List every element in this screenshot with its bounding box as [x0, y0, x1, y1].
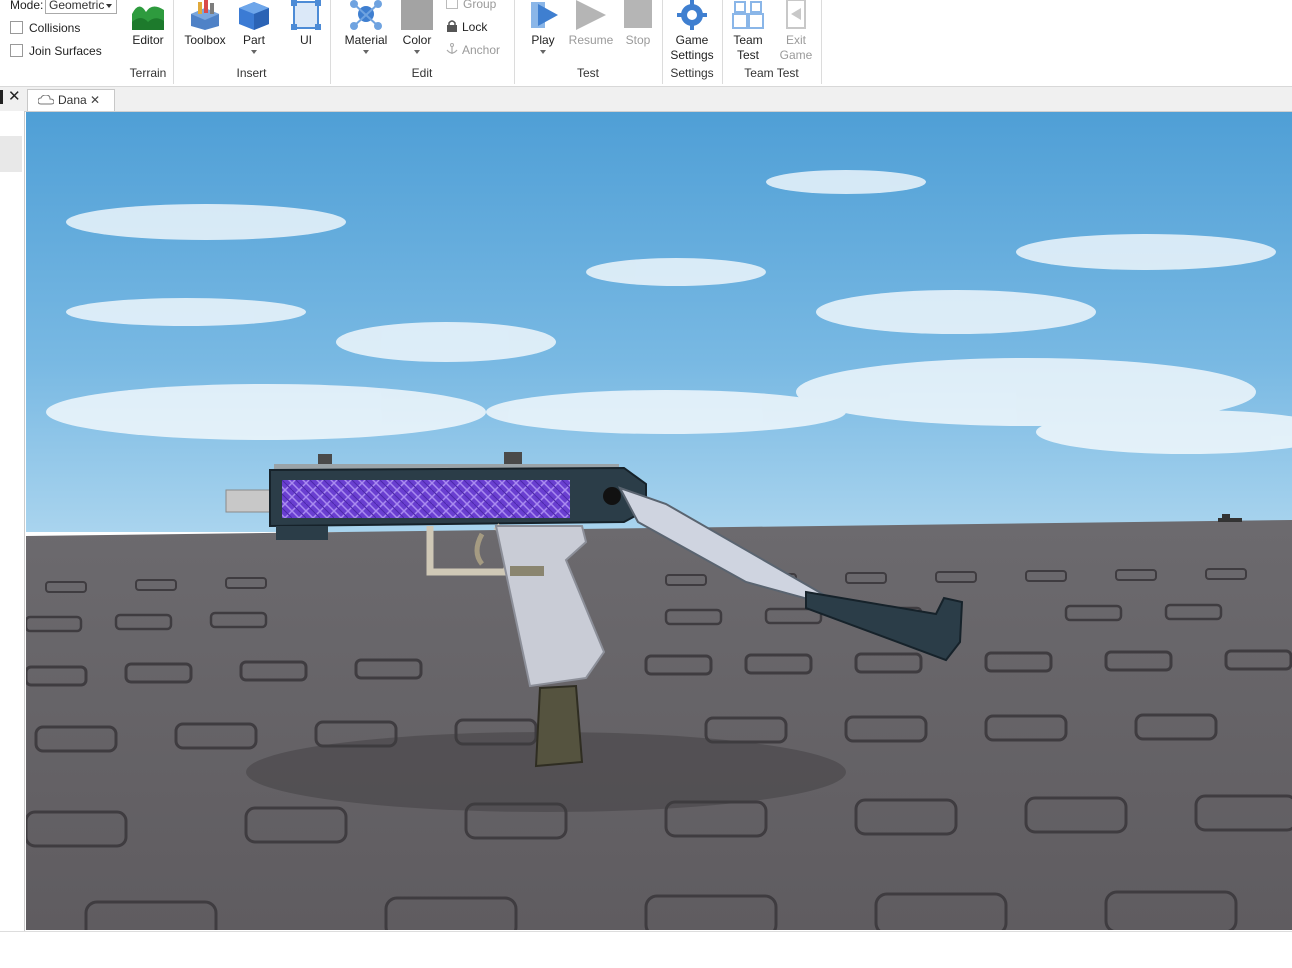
color-label: Color: [402, 33, 432, 47]
resume-button[interactable]: Resume: [568, 0, 614, 48]
test-group: Play Resume Stop Test: [514, 0, 663, 84]
color-dropdown-arrow-icon[interactable]: [414, 50, 420, 54]
lock-label: Lock: [462, 20, 488, 34]
left-side-panel: [0, 111, 25, 931]
stop-button[interactable]: Stop: [620, 0, 656, 48]
team-test-group-label: Team Test: [744, 66, 799, 80]
viewport-scene[interactable]: [26, 112, 1292, 930]
exit-game-label-1: Exit: [785, 33, 806, 47]
color-button[interactable]: Color: [398, 0, 436, 54]
test-group-label: Test: [576, 66, 599, 80]
group-button[interactable]: Group: [446, 0, 496, 11]
material-label: Material: [344, 33, 388, 47]
terrain-group-label: Terrain: [129, 66, 167, 80]
anchor-label: Anchor: [462, 43, 501, 57]
exit-game-icon: [786, 0, 806, 29]
document-tab-bar: ✕ Dana ✕: [0, 87, 1292, 112]
resume-icon: [576, 0, 606, 30]
toolbox-icon: [191, 0, 219, 30]
mode-dropdown[interactable]: Geometric: [45, 0, 117, 14]
tab-close-icon[interactable]: ✕: [90, 90, 100, 110]
part-dropdown-arrow-icon[interactable]: [251, 50, 257, 54]
stop-icon: [624, 0, 652, 28]
play-icon: [531, 2, 558, 28]
gun-magazine[interactable]: [534, 684, 584, 768]
ui-label: UI: [300, 33, 312, 47]
insert-group: Toolbox Part UI Insert: [173, 0, 331, 84]
exit-game-button[interactable]: Exit Game: [776, 0, 816, 63]
settings-group: Game Settings Settings: [662, 0, 723, 84]
toolbox-button[interactable]: Toolbox: [181, 0, 229, 48]
collisions-checkbox-row[interactable]: Collisions: [10, 21, 80, 35]
material-dropdown-arrow-icon[interactable]: [363, 50, 369, 54]
terrain-editor-label: Editor: [132, 33, 164, 47]
group-icon: [446, 0, 458, 9]
team-test-button[interactable]: Team Test: [728, 0, 768, 63]
cloud-icon: [38, 95, 54, 105]
game-settings-label-1: Game: [675, 33, 709, 47]
tab-label: Dana: [58, 93, 87, 107]
3d-viewport[interactable]: [26, 112, 1292, 930]
game-settings-button[interactable]: Game Settings: [668, 0, 716, 63]
exit-game-label-2: Game: [779, 48, 813, 62]
part-icon: [239, 2, 269, 30]
collisions-label: Collisions: [29, 21, 81, 35]
gun-muzzle[interactable]: [225, 489, 277, 513]
left-panel-pin-icon[interactable]: [0, 90, 3, 104]
insert-group-label: Insert: [236, 66, 267, 80]
anchor-button[interactable]: Anchor: [446, 43, 500, 57]
tab-place-dana[interactable]: Dana ✕: [27, 89, 115, 111]
resume-label: Resume: [568, 33, 614, 47]
team-test-group: Team Test Exit Game Team Test: [722, 0, 822, 84]
color-icon: [401, 0, 433, 30]
mode-label: Mode:: [10, 0, 44, 12]
join-surfaces-label: Join Surfaces: [29, 44, 102, 58]
material-button[interactable]: Material: [342, 0, 390, 54]
ui-button[interactable]: UI: [288, 0, 324, 48]
ribbon-toolbar: Mode: Geometric Collisions Join Surfaces…: [0, 0, 1292, 87]
terrain-editor-button[interactable]: Editor: [130, 0, 166, 48]
status-bar: [0, 931, 1292, 968]
team-test-icon: [732, 1, 764, 29]
toolbox-label: Toolbox: [184, 33, 226, 47]
stop-label: Stop: [625, 33, 651, 47]
material-icon: [350, 0, 382, 30]
left-panel-selected-row[interactable]: [0, 136, 22, 172]
gun-side-panel[interactable]: [282, 480, 570, 518]
gun-lower-frame[interactable]: [276, 526, 328, 540]
left-panel-close-icon[interactable]: ✕: [8, 89, 21, 105]
terrain-group: Editor Terrain: [123, 0, 174, 84]
lock-icon: [447, 20, 457, 32]
edit-group-label: Edit: [411, 66, 433, 80]
gun-grip-plate[interactable]: [510, 566, 544, 576]
play-label: Play: [531, 33, 555, 47]
ui-icon: [291, 0, 321, 30]
collisions-checkbox[interactable]: [10, 21, 23, 34]
part-button[interactable]: Part: [236, 0, 272, 54]
terrain-options-group: Mode: Geometric Collisions Join Surfaces: [0, 0, 123, 84]
join-surfaces-checkbox-row[interactable]: Join Surfaces: [10, 44, 102, 58]
gear-icon: [677, 0, 707, 30]
play-dropdown-arrow-icon[interactable]: [540, 50, 546, 54]
gun-stock-hinge[interactable]: [603, 487, 621, 505]
anchor-icon: [446, 43, 458, 54]
settings-group-label: Settings: [670, 66, 714, 80]
terrain-editor-icon: [132, 6, 164, 30]
team-test-label-1: Team: [733, 33, 763, 47]
game-settings-label-2: Settings: [670, 48, 714, 62]
team-test-label-2: Test: [736, 48, 759, 62]
play-button[interactable]: Play: [524, 0, 562, 54]
part-label: Part: [242, 33, 265, 47]
join-surfaces-checkbox[interactable]: [10, 44, 23, 57]
group-label: Group: [463, 0, 497, 11]
lock-button[interactable]: Lock: [446, 20, 487, 34]
edit-group: Material Color Group Lock Anchor Edit: [330, 0, 515, 84]
